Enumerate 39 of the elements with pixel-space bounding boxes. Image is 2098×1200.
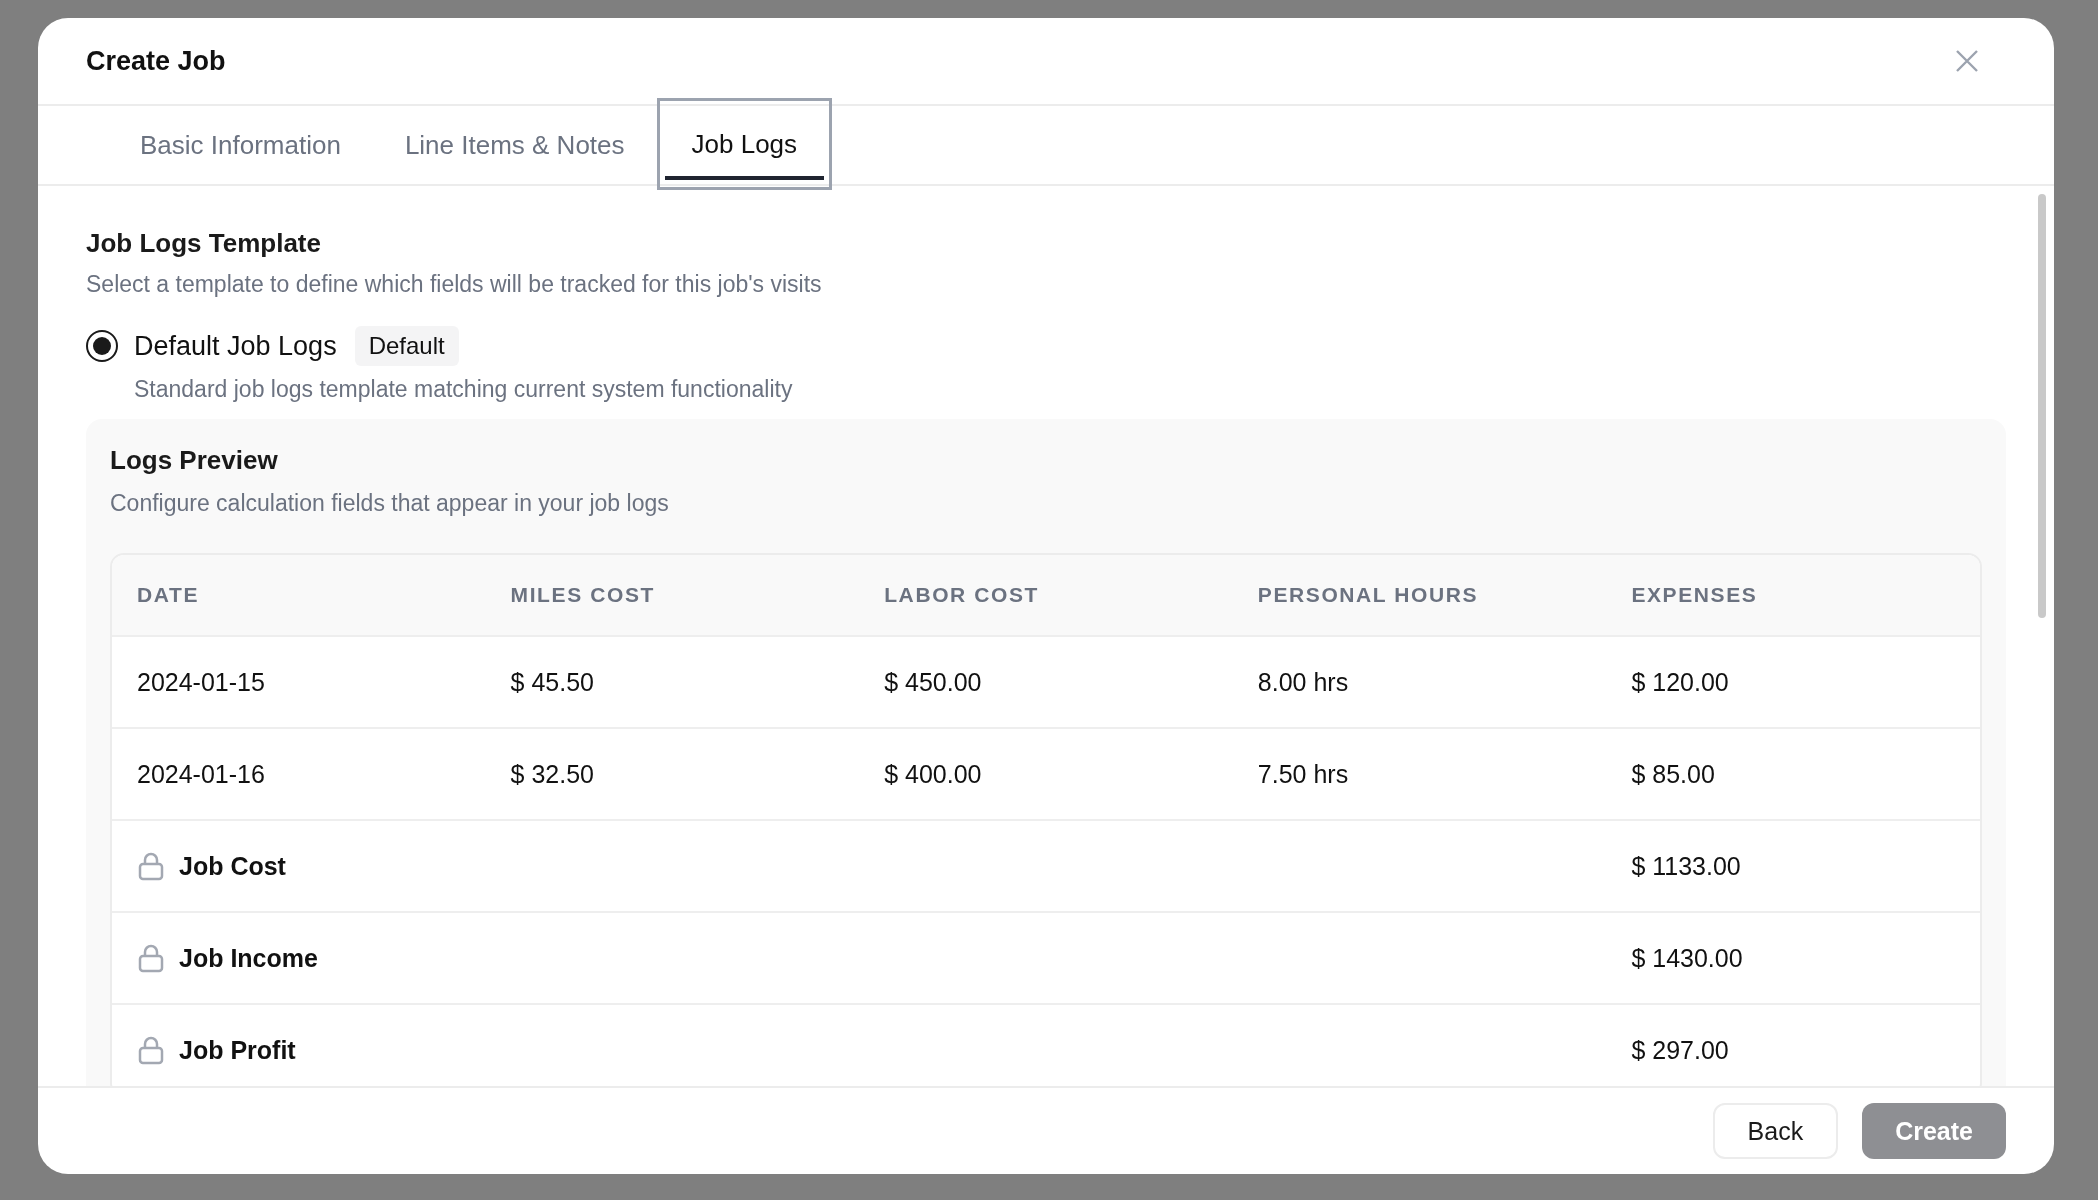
section-description: Select a template to define which fields will be tracked for this job's visits	[86, 271, 823, 298]
total-label: Job Profit	[179, 1035, 296, 1065]
close-icon[interactable]	[1954, 48, 1980, 74]
total-label: Job Cost	[179, 851, 286, 881]
column-header: DATE	[136, 583, 200, 607]
tab[interactable]: Job Logs	[656, 98, 833, 190]
column-header: LABOR COST	[883, 583, 1040, 607]
panel-description: Configure calculation fields that appear in your job logs	[110, 490, 670, 517]
total-value: $ 297.00	[1630, 1035, 1730, 1065]
table-cell-text: $ 85.00	[1630, 759, 1716, 789]
lock-icon	[137, 1035, 165, 1065]
lock-icon	[137, 851, 165, 881]
footer-button[interactable]: Back	[1712, 1103, 1839, 1159]
option-description: Standard job logs template matching current system functionality	[134, 376, 794, 403]
table-cell-text: 2024-01-16	[136, 759, 266, 789]
table-cell-text: 8.00 hrs	[1256, 667, 1350, 697]
table-cell-text: $ 400.00	[883, 759, 983, 789]
column-header: MILES COST	[509, 583, 656, 607]
column-header: EXPENSES	[1630, 583, 1759, 607]
scrollbar[interactable]	[2038, 194, 2046, 618]
total-value: $ 1430.00	[1630, 943, 1744, 973]
default-badge: Default	[354, 326, 459, 366]
panel-title: Logs Preview	[110, 445, 279, 476]
table-cell-text: 2024-01-15	[136, 667, 266, 697]
option-label: Default Job Logs	[134, 330, 337, 362]
total-value: $ 1133.00	[1630, 851, 1742, 881]
radio-button[interactable]	[86, 330, 118, 362]
table-cell-text: $ 32.50	[509, 759, 595, 789]
table-cell-text: $ 45.50	[509, 667, 595, 697]
table-cell-text: 7.50 hrs	[1256, 759, 1350, 789]
section-heading: Job Logs Template	[86, 228, 322, 259]
lock-icon	[137, 943, 165, 973]
table-cell-text: $ 120.00	[1630, 667, 1730, 697]
tab[interactable]: Basic Information	[108, 106, 373, 184]
dialog-title: Create Job	[86, 45, 226, 77]
column-header: PERSONAL HOURS	[1256, 583, 1480, 607]
table-cell-text: $ 450.00	[883, 667, 983, 697]
tab[interactable]: Line Items & Notes	[372, 106, 657, 184]
total-label: Job Income	[179, 943, 318, 973]
